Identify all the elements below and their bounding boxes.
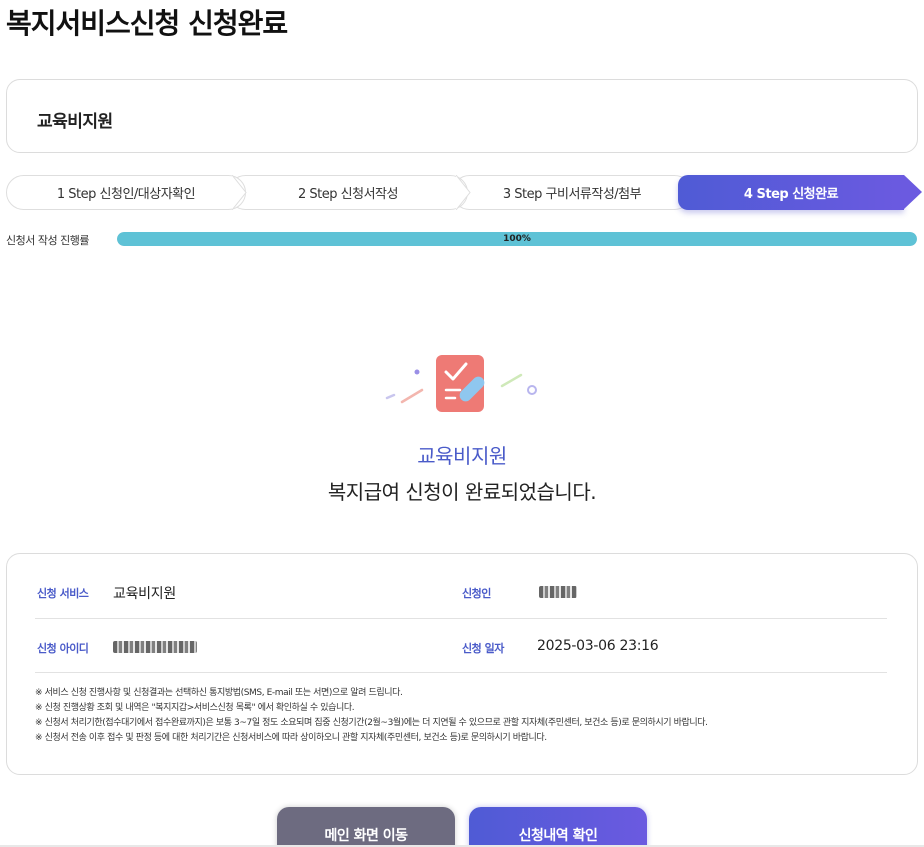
completed-service-name: 교육비지원 [417,444,507,468]
notice-list: ※ 서비스 신청 진행사항 및 신청결과는 선택하신 통지방법(SMS, E-m… [35,686,708,746]
step-2-label: 2 Step 신청서작성 [298,187,398,202]
step-4-label: 4 Step 신청완료 [743,187,839,202]
id-label: 신청 아이디 [37,642,89,655]
progress-percent: 100% [503,234,531,244]
service-name: 교육비지원 [37,112,113,132]
step-4-active: 4 Step 신청완료 [678,175,904,210]
application-info-box: 신청 서비스 교육비지원 신청인 신청 아이디 신청 일자 2025-03-06… [6,553,918,775]
date-value: 2025-03-06 23:16 [537,638,659,654]
step-1: 1 Step 신청인/대상자확인 [6,175,246,210]
applicant-name-masked [539,586,577,598]
progress-label: 신청서 작성 진행률 [6,234,89,247]
notice-item: ※ 서비스 신청 진행사항 및 신청결과는 선택하신 통지방법(SMS, E-m… [35,688,403,698]
view-history-button[interactable]: 신청내역 확인 [469,807,647,847]
applicant-id-masked [113,641,197,653]
notice-item: ※ 신청서 전송 이후 접수 및 판정 등에 대한 처리기간은 신청서비스에 따… [35,733,547,743]
notice-item: ※ 신청서 처리기한(접수대기에서 접수완료까지)은 보통 3~7일 정도 소요… [35,718,708,728]
step-1-label: 1 Step 신청인/대상자확인 [56,187,196,202]
service-label: 신청 서비스 [37,587,89,600]
step-active-arrow-icon [904,175,922,209]
service-value: 교육비지원 [113,586,176,602]
step-3: 3 Step 구비서류작성/첨부 [452,175,692,210]
step-2: 2 Step 신청서작성 [228,175,468,210]
step-indicator: 3 Step 구비서류작성/첨부 2 Step 신청서작성 1 Step 신청인… [6,175,922,210]
step-arrow-icon [456,175,471,210]
completion-message: 복지급여 신청이 완료되었습니다. [327,480,597,504]
applicant-label: 신청인 [462,587,491,600]
application-complete-icon [385,355,537,412]
date-label: 신청 일자 [462,642,504,655]
step-arrow-icon [232,175,247,210]
info-divider [35,672,887,673]
notice-item: ※ 신청 진행상황 조회 및 내역은 "복지지갑>서비스신청 목록" 에서 확인… [35,703,355,713]
page-title: 복지서비스신청 신청완료 [6,7,288,40]
progress-bar: 100% [117,232,917,246]
service-name-box: 교육비지원 [6,79,918,153]
step-3-label: 3 Step 구비서류작성/첨부 [502,187,642,202]
info-divider [35,618,887,619]
main-screen-button[interactable]: 메인 화면 이동 [277,807,455,847]
